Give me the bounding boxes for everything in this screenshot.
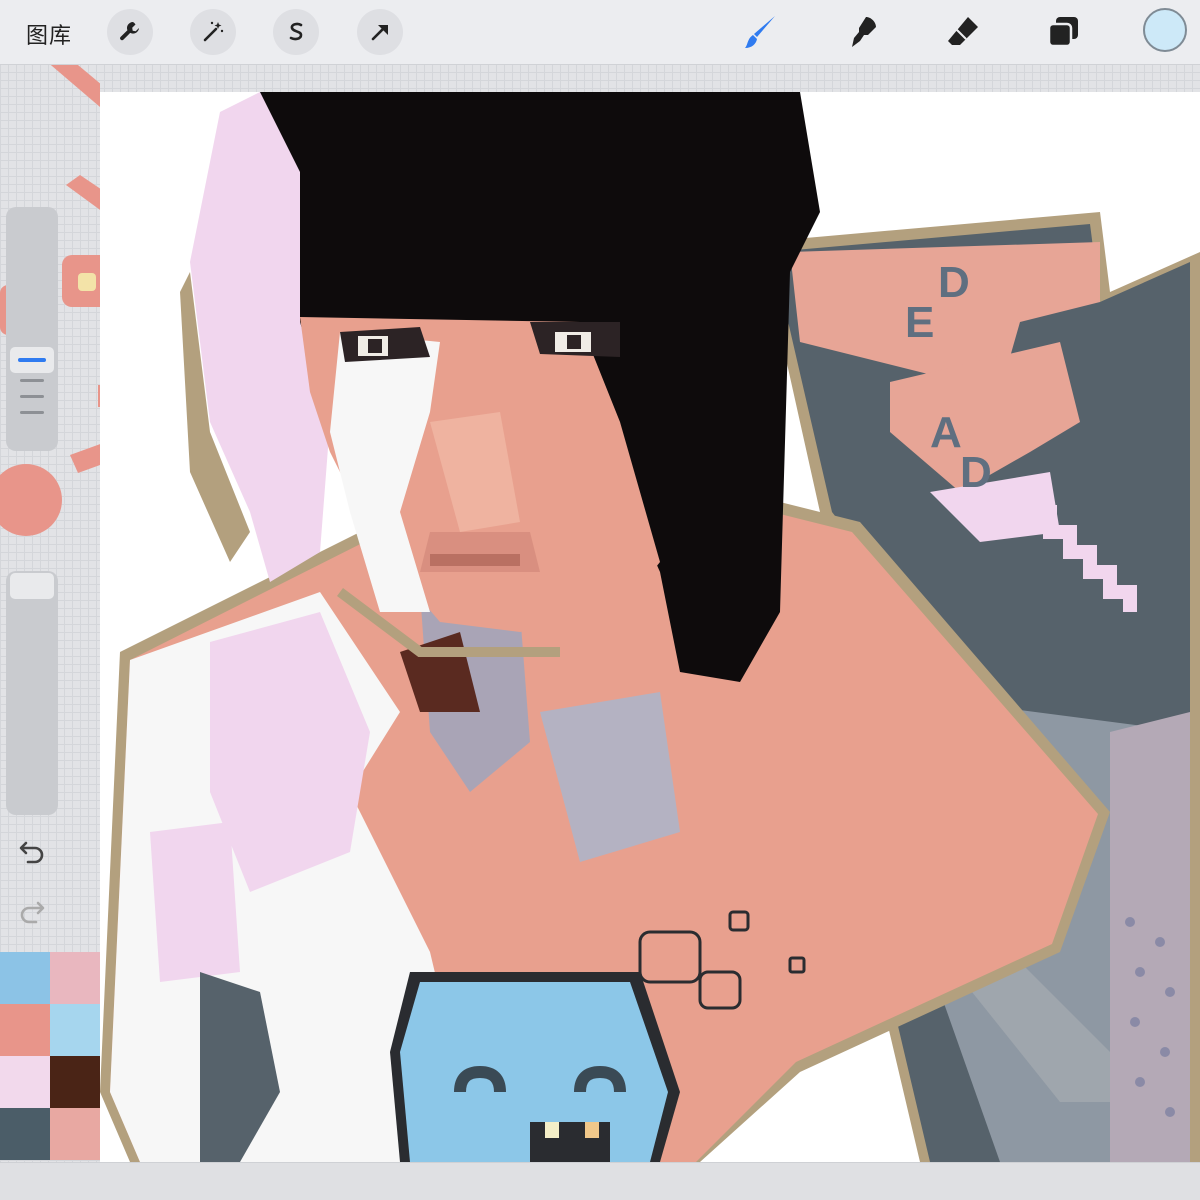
current-color-button[interactable] (1143, 8, 1187, 52)
brush-size-knob[interactable] (10, 347, 54, 373)
color-swatch[interactable] (0, 952, 50, 1004)
opacity-slider[interactable] (6, 571, 58, 815)
grip-line (20, 395, 44, 398)
top-toolbar: 图库 (0, 0, 1200, 65)
color-swatch[interactable] (50, 1056, 100, 1108)
brush-icon[interactable] (740, 12, 780, 52)
wrench-icon[interactable] (107, 9, 153, 55)
color-swatch[interactable] (50, 1004, 100, 1056)
smudge-icon[interactable] (843, 12, 883, 52)
drawing-canvas[interactable]: D E A D (100, 92, 1200, 1162)
arrow-cursor-icon[interactable] (357, 9, 403, 55)
letter-d-bottom: D (960, 448, 992, 497)
s-selection-icon[interactable] (273, 9, 319, 55)
letter-a: A (930, 408, 962, 457)
gallery-button[interactable]: 图库 (26, 18, 72, 50)
letter-e: E (905, 298, 934, 347)
opacity-knob[interactable] (10, 573, 54, 599)
color-swatch[interactable] (50, 952, 100, 1004)
eraser-icon[interactable] (943, 12, 983, 52)
left-sidebar (6, 207, 58, 947)
color-swatch[interactable] (50, 1108, 100, 1160)
color-swatch[interactable] (0, 1004, 50, 1056)
grip-line (20, 411, 44, 414)
color-palette (0, 952, 100, 1162)
layers-icon[interactable] (1043, 12, 1083, 52)
redo-icon[interactable] (18, 899, 46, 925)
grip-line (20, 379, 44, 382)
undo-icon[interactable] (18, 839, 46, 865)
artwork: D E A D (100, 92, 1200, 1162)
bottom-bar (0, 1162, 1200, 1200)
color-swatch[interactable] (0, 1108, 50, 1160)
brush-size-slider[interactable] (6, 207, 58, 451)
magic-wand-icon[interactable] (190, 9, 236, 55)
letter-d-top: D (938, 258, 970, 307)
color-swatch[interactable] (0, 1056, 50, 1108)
